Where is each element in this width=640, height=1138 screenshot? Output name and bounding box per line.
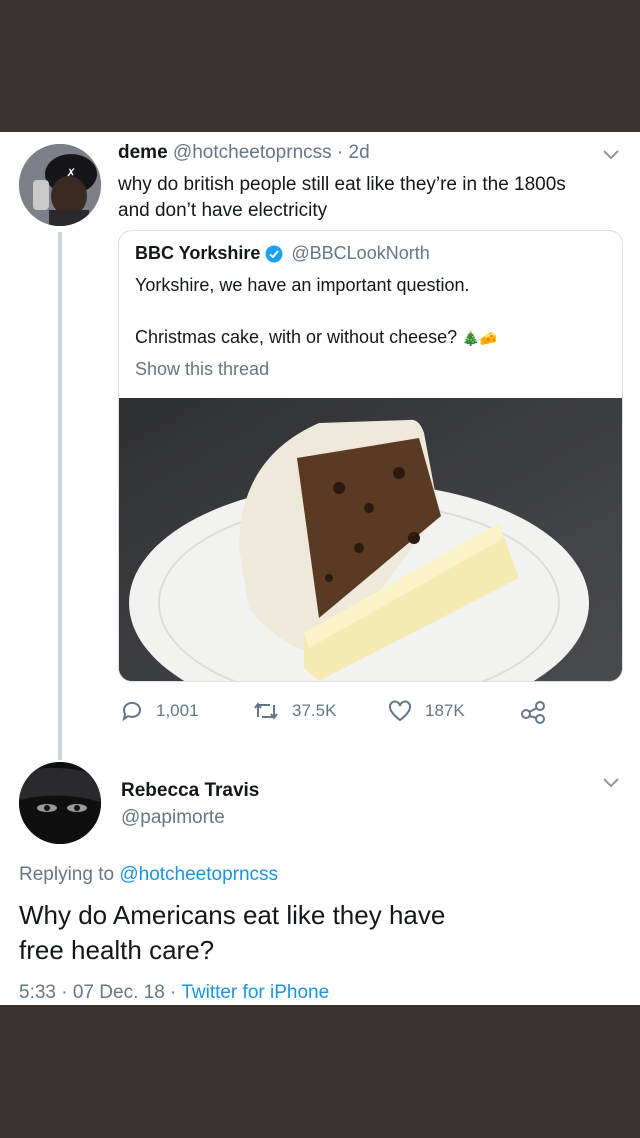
thread-line xyxy=(58,232,62,760)
avatar-deme[interactable]: ✗ xyxy=(19,144,101,226)
quote-text-line2-wrap: Christmas cake, with or without cheese? … xyxy=(135,327,497,348)
quote-text-line1: Yorkshire, we have an important question… xyxy=(135,275,470,295)
avatar-image: ✗ xyxy=(19,144,101,226)
retweet-action[interactable]: 37.5K xyxy=(252,699,336,723)
chevron-down-icon[interactable] xyxy=(601,148,621,162)
replying-prefix: Replying to xyxy=(19,864,115,885)
tweet2-name[interactable]: Rebecca Travis xyxy=(121,780,259,802)
tweet-card: ✗ deme @hotcheetoprncss · 2d why do brit… xyxy=(0,132,640,1005)
tweet1-name[interactable]: deme xyxy=(118,142,168,163)
cake-photo xyxy=(119,398,622,681)
tweet1-header: deme @hotcheetoprncss · 2d xyxy=(118,142,370,164)
tweet2-text: Why do Americans eat like they have free… xyxy=(19,898,445,968)
replying-handle[interactable]: @hotcheetoprncss xyxy=(119,864,278,885)
tweet2-timestamp: 5:33 · 07 Dec. 18 · xyxy=(19,982,177,1003)
quote-photo[interactable] xyxy=(119,398,622,681)
tweet1-text-line1: why do british people still eat like the… xyxy=(118,174,566,195)
show-thread-link[interactable]: Show this thread xyxy=(135,359,269,380)
reply-icon xyxy=(122,701,141,722)
avatar-image xyxy=(19,762,101,844)
tweet2-handle[interactable]: @papimorte xyxy=(121,807,225,829)
tweet2-text-line1: Why do Americans eat like they have xyxy=(19,900,446,930)
share-icon[interactable] xyxy=(520,700,548,724)
chevron-down-icon[interactable] xyxy=(601,776,621,790)
like-icon xyxy=(389,700,411,722)
tweet1-sep: · xyxy=(336,142,344,163)
quote-header: BBC Yorkshire @BBCLookNorth xyxy=(135,243,430,264)
retweet-icon xyxy=(254,702,278,720)
tweet1-text: why do british people still eat like the… xyxy=(118,172,618,224)
tweet2-text-line2: free health care? xyxy=(19,935,215,965)
quoted-tweet[interactable]: BBC Yorkshire @BBCLookNorth Yorkshire, w… xyxy=(118,230,623,682)
tweet1-text-line2: and don’t have electricity xyxy=(118,200,328,221)
like-action[interactable]: 187K xyxy=(387,699,465,723)
tweet2-meta: 5:33 · 07 Dec. 18 · Twitter for iPhone xyxy=(19,982,329,1004)
retweet-count: 37.5K xyxy=(292,701,337,720)
tweet2-source[interactable]: Twitter for iPhone xyxy=(181,982,329,1003)
verified-badge-icon xyxy=(265,245,283,262)
tweet1-handle[interactable]: @hotcheetoprncss xyxy=(173,142,332,163)
replying-to: Replying to @hotcheetoprncss xyxy=(19,864,278,886)
quote-handle: @BBCLookNorth xyxy=(291,243,430,263)
reply-count: 1,001 xyxy=(156,701,199,720)
reply-action[interactable]: 1,001 xyxy=(120,699,199,723)
tweet1-time[interactable]: 2d xyxy=(349,142,370,163)
like-count: 187K xyxy=(425,701,465,720)
quote-text-line2: Christmas cake, with or without cheese? xyxy=(135,327,458,347)
quote-emoji: 🎄🧀 xyxy=(462,330,498,346)
avatar-rebecca[interactable] xyxy=(19,762,101,844)
quote-name: BBC Yorkshire xyxy=(135,243,261,263)
